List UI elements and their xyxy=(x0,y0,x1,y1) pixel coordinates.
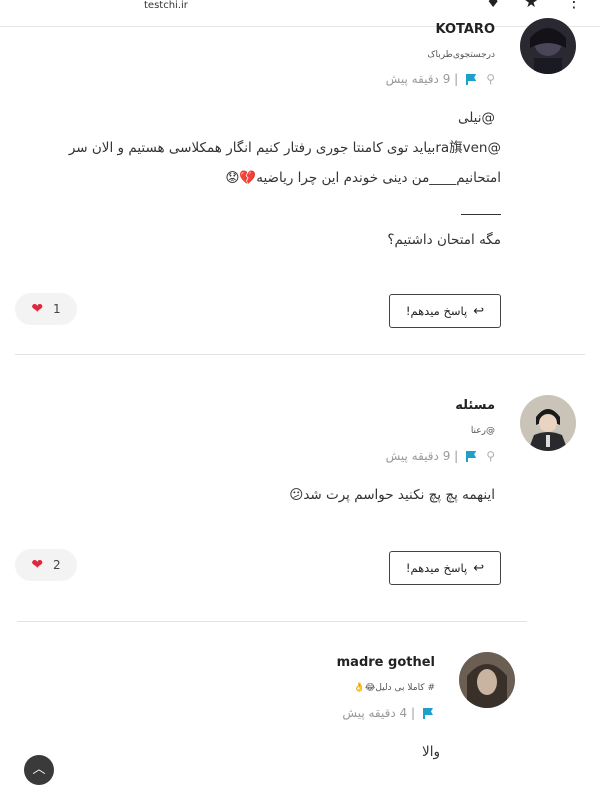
scroll-top-button[interactable]: ︿ xyxy=(24,755,54,785)
bookmark-icon[interactable]: ★ xyxy=(524,0,538,11)
pin-icon[interactable]: ⚲ xyxy=(486,449,495,463)
comment-meta: ⚲ | 9 دقیقه پیش xyxy=(386,449,495,463)
comment-text-line: مگه امتحان داشتیم؟ xyxy=(387,232,501,248)
notification-icon[interactable]: ♦ xyxy=(486,0,500,11)
comment-text-line: @ra旗venبیاید توی کامنتا جوری رفتار کنیم … xyxy=(68,140,501,156)
avatar-image xyxy=(520,18,576,74)
like-count: 2 xyxy=(53,558,61,572)
username[interactable]: KOTARO xyxy=(435,22,495,37)
user-subtitle: درجستجوی‌طرباک xyxy=(427,50,495,60)
heart-icon: ❤ xyxy=(31,557,44,573)
scroll-top-icon: ︿ xyxy=(32,762,46,777)
top-bar: testchi.ir ♦ ★ ⋮ xyxy=(0,0,600,27)
site-url[interactable]: testchi.ir xyxy=(144,0,188,11)
reply-button[interactable]: ↩ پاسخ میدهم! xyxy=(389,551,501,585)
reply-label: پاسخ میدهم! xyxy=(405,561,468,575)
pin-icon[interactable]: ⚲ xyxy=(486,72,495,86)
comment-divider xyxy=(15,354,585,355)
user-subtitle: # کاملا بی دلیل😂👌 xyxy=(353,683,435,693)
comment-meta: | 4 دقیقه پیش xyxy=(342,706,435,720)
comment-time: | 4 دقیقه پیش xyxy=(342,706,415,720)
like-button[interactable]: ❤ 2 xyxy=(15,549,77,581)
comment-text-line: امتحانیم____من دینی خوندم این چرا ریاضیه… xyxy=(225,170,501,186)
separator-line xyxy=(461,196,501,226)
comment-meta: ⚲ | 9 دقیقه پیش xyxy=(386,72,495,86)
heart-icon: ❤ xyxy=(31,301,44,317)
reply-label: پاسخ میدهم! xyxy=(405,304,468,318)
avatar-image xyxy=(520,395,576,451)
reply-button[interactable]: ↩ پاسخ میدهم! xyxy=(389,294,501,328)
flag-icon[interactable] xyxy=(466,74,478,85)
like-count: 1 xyxy=(53,302,61,316)
avatar[interactable] xyxy=(459,652,515,708)
comment-text-line: والا xyxy=(422,744,440,760)
username[interactable]: madre gothel xyxy=(337,655,435,670)
avatar-image xyxy=(459,652,515,708)
reply-icon: ↩ xyxy=(473,303,485,319)
user-subtitle: @رعنا xyxy=(470,426,495,436)
flag-icon[interactable] xyxy=(423,708,435,719)
avatar[interactable] xyxy=(520,18,576,74)
like-button[interactable]: ❤ 1 xyxy=(15,293,77,325)
username[interactable]: مسئله xyxy=(455,398,495,413)
comment-time: | 9 دقیقه پیش xyxy=(385,449,459,463)
comment-divider xyxy=(17,621,527,622)
menu-icon[interactable]: ⋮ xyxy=(566,0,582,11)
comment-text-line: @نیلی xyxy=(457,110,495,126)
comment-time: | 9 دقیقه پیش xyxy=(385,72,459,86)
reply-icon: ↩ xyxy=(473,560,485,576)
comment-text-line: اینهمه پچ پچ نکنید حواسم پرت شد😕 xyxy=(289,487,495,503)
avatar[interactable] xyxy=(520,395,576,451)
flag-icon[interactable] xyxy=(466,451,478,462)
